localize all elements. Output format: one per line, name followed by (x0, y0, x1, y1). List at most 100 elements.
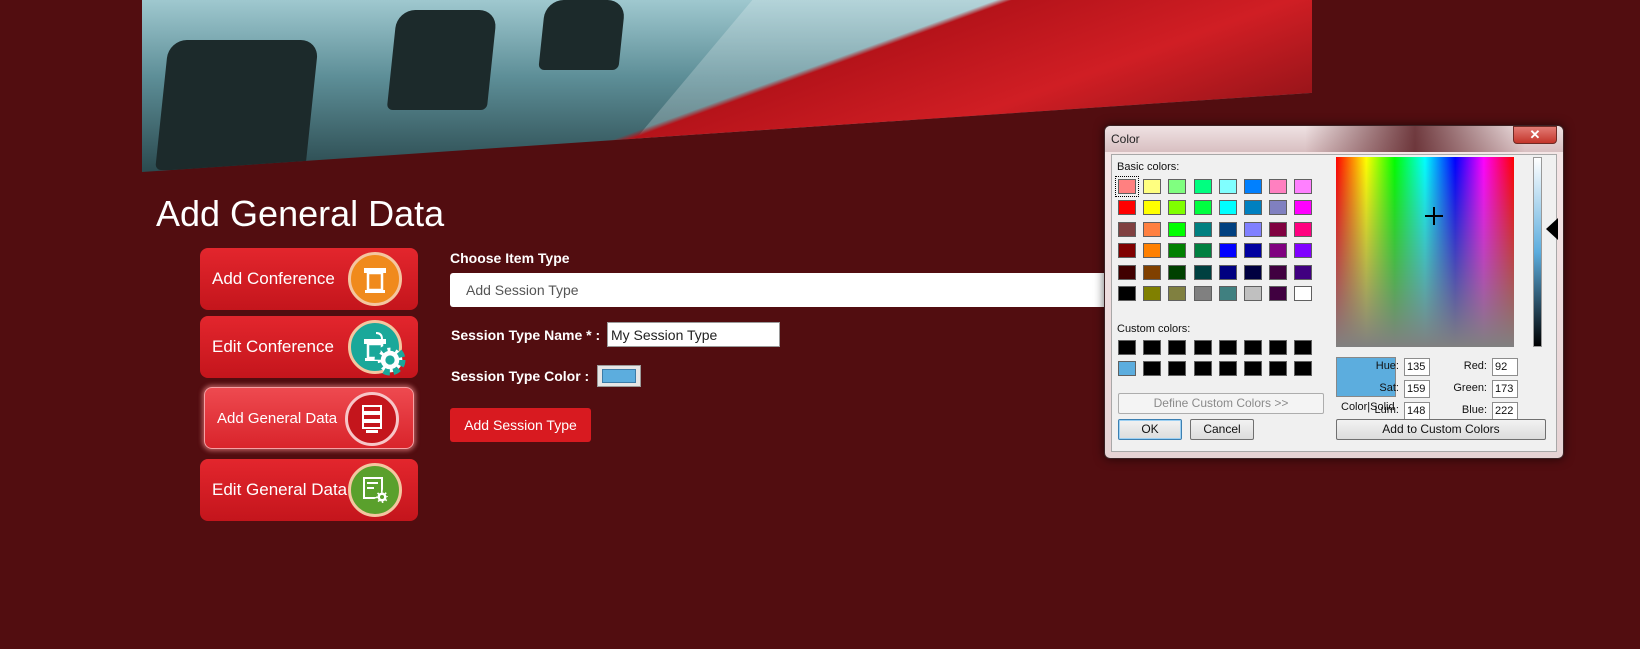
color-swatch[interactable] (1168, 243, 1187, 259)
color-swatch[interactable] (1193, 200, 1212, 216)
color-swatch[interactable] (1218, 221, 1237, 237)
color-swatch[interactable] (1269, 179, 1288, 194)
color-swatch[interactable] (1118, 200, 1136, 216)
color-swatch[interactable] (1218, 361, 1237, 377)
color-swatch[interactable] (1118, 340, 1136, 355)
luminance-slider[interactable] (1533, 157, 1542, 347)
green-label: Green: (1453, 382, 1487, 394)
color-swatch[interactable] (1168, 221, 1187, 237)
color-swatch[interactable] (1193, 340, 1212, 355)
color-swatch[interactable] (1168, 200, 1187, 216)
color-swatch[interactable] (1143, 286, 1162, 301)
color-swatch[interactable] (1294, 243, 1313, 259)
close-button[interactable]: ✕ (1513, 126, 1557, 144)
menu-item-label: Add General Data (217, 409, 338, 427)
color-swatch[interactable] (1118, 243, 1136, 259)
cancel-button[interactable]: Cancel (1190, 419, 1254, 440)
hue-input[interactable] (1404, 358, 1430, 376)
color-swatch[interactable] (1244, 264, 1262, 280)
page-title: Add General Data (156, 193, 445, 234)
color-swatch[interactable] (1168, 264, 1187, 280)
color-swatch[interactable] (1269, 221, 1288, 237)
color-swatch[interactable] (1294, 286, 1313, 301)
menu-add-general-data-button[interactable]: Add General Data (204, 387, 414, 449)
color-swatch[interactable] (1143, 243, 1162, 259)
color-swatch[interactable] (1294, 264, 1313, 280)
color-swatch[interactable] (1269, 243, 1288, 259)
color-swatch[interactable] (1269, 286, 1288, 301)
menu-edit-general-data-button[interactable]: Edit General Data (200, 459, 418, 521)
color-swatch[interactable] (1143, 264, 1162, 280)
color-swatch[interactable] (1118, 221, 1136, 237)
color-swatch[interactable] (1193, 221, 1212, 237)
color-spectrum[interactable] (1336, 157, 1514, 347)
color-swatch[interactable] (1269, 340, 1288, 355)
color-swatch[interactable] (1143, 340, 1162, 355)
color-swatch[interactable] (1218, 179, 1237, 194)
blue-input[interactable] (1492, 402, 1518, 420)
crosshair-icon (1425, 207, 1443, 225)
custom-colors-label: Custom colors: (1117, 323, 1191, 335)
color-swatch[interactable] (1294, 200, 1313, 216)
color-swatch[interactable] (1269, 200, 1288, 216)
dialog-titlebar[interactable] (1105, 126, 1563, 152)
color-swatch[interactable] (1218, 243, 1237, 259)
color-swatch[interactable] (1193, 179, 1212, 194)
color-swatch[interactable] (1118, 361, 1136, 377)
color-swatch[interactable] (1218, 200, 1237, 216)
add-to-custom-colors-button[interactable]: Add to Custom Colors (1336, 419, 1546, 440)
color-swatch[interactable] (1218, 286, 1237, 301)
add-session-type-button[interactable]: Add Session Type (450, 408, 591, 442)
dialog-body: Basic colors: Custom colors: Define Cust… (1111, 154, 1558, 452)
red-input[interactable] (1492, 358, 1518, 376)
color-swatch[interactable] (1168, 340, 1187, 355)
color-swatch[interactable] (1168, 179, 1187, 194)
lum-input[interactable] (1404, 402, 1430, 420)
menu-item-label: Add Conference (212, 269, 335, 288)
green-input[interactable] (1492, 380, 1518, 398)
color-swatch[interactable] (1115, 176, 1139, 197)
color-swatch[interactable] (1193, 243, 1212, 259)
item-type-select[interactable]: Add Session Type (450, 273, 1110, 307)
color-swatch[interactable] (1244, 200, 1262, 216)
color-swatch[interactable] (1143, 221, 1162, 237)
color-swatch[interactable] (1244, 361, 1262, 377)
color-swatch[interactable] (1118, 286, 1136, 301)
color-swatch[interactable] (1244, 243, 1262, 259)
define-custom-colors-button[interactable]: Define Custom Colors >> (1118, 393, 1324, 414)
ok-button[interactable]: OK (1118, 419, 1182, 440)
luminance-arrow-icon[interactable] (1546, 218, 1558, 240)
color-swatch[interactable] (1244, 221, 1262, 237)
color-swatch[interactable] (1168, 286, 1187, 301)
color-swatch[interactable] (1269, 361, 1288, 377)
color-swatch[interactable] (1218, 340, 1237, 355)
color-swatch[interactable] (1193, 361, 1212, 377)
menu-edit-conference-button[interactable]: Edit Conference (200, 316, 418, 378)
color-swatch[interactable] (1244, 340, 1262, 355)
color-swatch[interactable] (1168, 361, 1187, 377)
menu-item-label: Edit Conference (212, 337, 334, 356)
session-type-name-input[interactable] (607, 322, 780, 347)
item-type-label: Choose Item Type (450, 250, 570, 266)
color-swatch[interactable] (1294, 361, 1313, 377)
color-swatch[interactable] (1294, 179, 1313, 194)
color-swatch[interactable] (1218, 264, 1237, 280)
color-swatch[interactable] (1294, 340, 1313, 355)
color-swatch[interactable] (1244, 179, 1262, 194)
color-swatch[interactable] (1143, 361, 1162, 377)
color-swatch[interactable] (1269, 264, 1288, 280)
gear-icon (374, 344, 406, 376)
color-swatch[interactable] (1143, 200, 1162, 216)
color-swatch[interactable] (1244, 286, 1262, 301)
menu-add-conference-button[interactable]: Add Conference (200, 248, 418, 310)
color-swatch[interactable] (1193, 264, 1212, 280)
color-swatch[interactable] (1193, 286, 1212, 301)
color-dialog: Color ✕ Basic colors: Custom colors: Def… (1104, 125, 1564, 459)
sat-label: Sat: (1379, 382, 1399, 394)
color-swatch[interactable] (1118, 264, 1136, 280)
color-swatch[interactable] (1143, 179, 1162, 194)
blue-label: Blue: (1461, 404, 1487, 416)
session-type-color-picker[interactable] (597, 365, 641, 387)
sat-input[interactable] (1404, 380, 1430, 398)
color-swatch[interactable] (1294, 221, 1313, 237)
